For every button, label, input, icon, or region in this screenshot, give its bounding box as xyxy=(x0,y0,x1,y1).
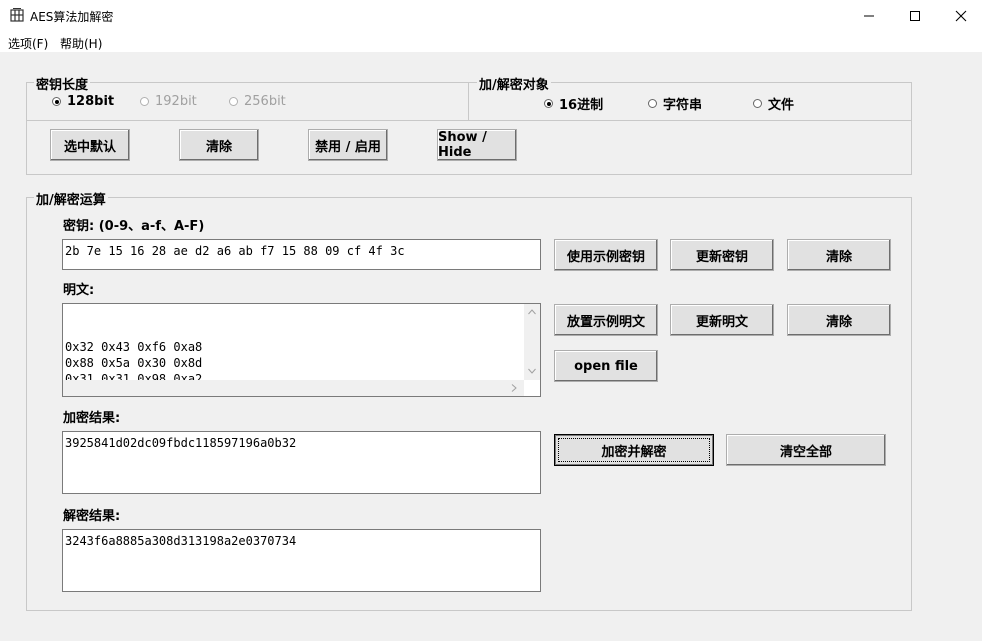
plaintext-horizontal-scrollbar[interactable] xyxy=(63,380,524,396)
maximize-button[interactable] xyxy=(892,0,938,32)
radio-file[interactable]: 文件 xyxy=(753,94,794,113)
key-length-legend: 密钥长度 xyxy=(34,74,91,93)
update-plaintext-button[interactable]: 更新明文 xyxy=(670,304,774,336)
radio-unchecked-icon xyxy=(140,97,149,106)
select-default-button[interactable]: 选中默认 xyxy=(50,129,130,161)
operation-legend: 加/解密运算 xyxy=(34,189,108,208)
clear-top-button[interactable]: 清除 xyxy=(179,129,259,161)
radio-192bit: 192bit xyxy=(140,94,197,109)
maximize-icon xyxy=(910,11,920,21)
clear-all-button[interactable]: 清空全部 xyxy=(726,434,886,466)
key-label: 密钥: (0-9、a-f、A-F) xyxy=(63,219,205,234)
menu-help[interactable]: 帮助(H) xyxy=(60,35,102,52)
decrypt-result-label: 解密结果: xyxy=(63,509,121,524)
update-key-button[interactable]: 更新密钥 xyxy=(670,239,774,271)
window-title: AES算法加解密 xyxy=(30,10,114,24)
menu-options[interactable]: 选项(F) xyxy=(8,35,48,52)
radio-128bit[interactable]: 128bit xyxy=(52,94,114,109)
encrypt-result-label: 加密结果: xyxy=(63,411,121,426)
radio-unchecked-icon xyxy=(648,99,657,108)
plaintext-vertical-scrollbar[interactable] xyxy=(524,304,540,380)
encrypt-decrypt-button[interactable]: 加密并解密 xyxy=(554,434,714,466)
radio-hex-label: 16进制 xyxy=(559,98,604,113)
radio-string-label: 字符串 xyxy=(663,98,703,113)
radio-checked-icon xyxy=(544,99,553,108)
encrypt-result-textarea[interactable]: 3925841d02dc09fbdc118597196a0b32 xyxy=(62,431,541,494)
radio-256bit: 256bit xyxy=(229,94,286,109)
plaintext-textarea[interactable]: 0x32 0x43 0xf6 0xa8 0x88 0x5a 0x30 0x8d … xyxy=(62,303,541,397)
key-input[interactable]: 2b 7e 15 16 28 ae d2 a6 ab f7 15 88 09 c… xyxy=(62,239,541,270)
app-icon xyxy=(10,8,24,22)
title-bar xyxy=(0,0,982,32)
radio-unchecked-icon xyxy=(753,99,762,108)
target-legend: 加/解密对象 xyxy=(477,74,551,93)
clear-key-button[interactable]: 清除 xyxy=(787,239,891,271)
scroll-up-arrow-icon[interactable] xyxy=(528,309,536,315)
decrypt-result-textarea[interactable]: 3243f6a8885a308d313198a2e0370734 xyxy=(62,529,541,592)
radio-unchecked-icon xyxy=(229,97,238,106)
radio-128bit-label: 128bit xyxy=(67,94,115,109)
use-sample-key-button[interactable]: 使用示例密钥 xyxy=(554,239,658,271)
settings-separator xyxy=(26,120,911,121)
scroll-down-arrow-icon[interactable] xyxy=(528,368,536,374)
settings-divider xyxy=(468,82,469,120)
open-file-button[interactable]: open file xyxy=(554,350,658,382)
clear-plaintext-button[interactable]: 清除 xyxy=(787,304,891,336)
radio-file-label: 文件 xyxy=(768,98,795,113)
radio-192bit-label: 192bit xyxy=(155,94,197,109)
minimize-icon xyxy=(864,15,874,17)
radio-hex[interactable]: 16进制 xyxy=(544,94,603,113)
plaintext-label: 明文: xyxy=(63,283,95,298)
menu-bar xyxy=(0,32,982,52)
minimize-button[interactable] xyxy=(846,0,892,32)
put-sample-plaintext-button[interactable]: 放置示例明文 xyxy=(554,304,658,336)
disable-enable-button[interactable]: 禁用 / 启用 xyxy=(308,129,388,161)
radio-checked-icon xyxy=(52,97,61,106)
radio-256bit-label: 256bit xyxy=(244,94,286,109)
close-icon xyxy=(955,10,967,22)
scroll-right-arrow-icon[interactable] xyxy=(511,384,517,392)
radio-string[interactable]: 字符串 xyxy=(648,94,702,113)
close-button[interactable] xyxy=(938,0,982,32)
show-hide-button[interactable]: Show / Hide xyxy=(437,129,517,161)
